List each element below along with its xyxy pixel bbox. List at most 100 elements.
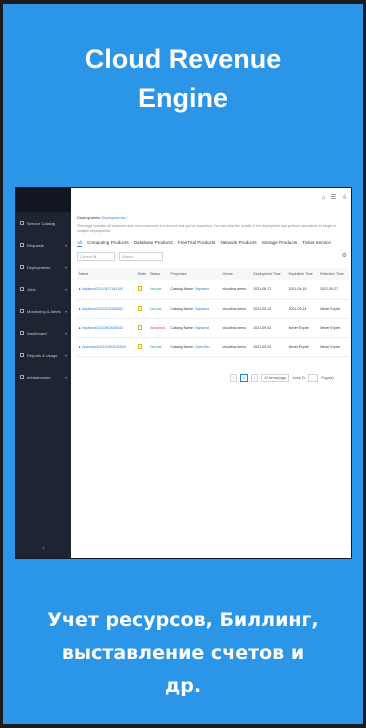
column-header[interactable]: Expiration Time bbox=[286, 268, 319, 280]
status-cell: Normal bbox=[148, 299, 169, 319]
deployments-icon bbox=[20, 265, 24, 269]
prop-label: Catalog Name: bbox=[170, 325, 194, 330]
tab-1[interactable]: Computing Products bbox=[87, 240, 129, 247]
status-cell: Normal bbox=[148, 337, 169, 357]
jump-label: Jump To bbox=[292, 376, 306, 380]
deployment-link[interactable]: Openstack20210902040843 bbox=[82, 345, 126, 349]
table-row[interactable]: ▸ Openstack20210902040843 Normal Catalog N… bbox=[77, 337, 349, 357]
sidebar-item[interactable]: Infrastructure ▾ bbox=[16, 366, 71, 388]
page-size-select[interactable]: 20 items/page bbox=[261, 374, 290, 382]
prop-value[interactable]: Vapiwest bbox=[195, 307, 209, 311]
expire-time-cell: 2021-09-15 bbox=[286, 280, 319, 300]
prop-label: Catalog Name: bbox=[170, 287, 194, 292]
page-label: Page(s) bbox=[321, 376, 334, 380]
owner-cell: cloudbss demo bbox=[220, 280, 252, 300]
prev-page-button[interactable]: ‹ bbox=[230, 374, 238, 382]
sidebar-item[interactable]: Jobs ▾ bbox=[16, 278, 71, 300]
sidebar-item[interactable]: Reports & Usage ▾ bbox=[16, 344, 71, 366]
chevron-down-icon: ▾ bbox=[64, 308, 67, 314]
name-cell: ▸ Vapiwest20210902040843 bbox=[77, 318, 136, 338]
sidebar-item[interactable]: Requests ▾ bbox=[16, 234, 71, 256]
expire-time-cell: 2021-09-14 bbox=[286, 299, 319, 319]
caption-line: Учет ресурсов, Биллинг, bbox=[47, 609, 319, 631]
collapse-icon[interactable]: ‹ bbox=[16, 546, 71, 552]
breadcrumb-link[interactable]: Deployments / bbox=[101, 215, 127, 220]
state-cell bbox=[135, 280, 149, 300]
retain-time-cell: Never Expire bbox=[318, 318, 349, 338]
monitoring-icon bbox=[20, 309, 24, 313]
reports-icon bbox=[20, 353, 24, 357]
column-header[interactable]: Name bbox=[77, 268, 136, 280]
owner-cell: cloudbss demo bbox=[220, 318, 252, 338]
state-cell bbox=[135, 299, 149, 319]
sidebar-item[interactable]: Deployments ▾ bbox=[16, 256, 71, 278]
sidebar-item[interactable]: Dashboard ▾ bbox=[16, 322, 71, 344]
sidebar-item-label: Monitoring & Alerts bbox=[27, 308, 61, 314]
chevron-down-icon: ▾ bbox=[64, 286, 67, 292]
expire-time-cell: Never Expire bbox=[286, 337, 319, 357]
search-input[interactable]: Search... bbox=[119, 252, 163, 261]
column-header[interactable]: Retention Time bbox=[318, 268, 349, 280]
sidebar-logo-area bbox=[16, 188, 71, 212]
table-row[interactable]: ▸ Vapiwest20210902040843 Abnormal Catalog … bbox=[77, 318, 349, 338]
owner-cell: cloudbss demo bbox=[220, 337, 252, 357]
properties-cell: Catalog Name: OpenSta... bbox=[168, 337, 221, 357]
main-content: ⌂ ☰ ⇩ Deployments Deployments / This pag… bbox=[71, 188, 351, 558]
breadcrumb: Deployments Deployments / bbox=[77, 215, 127, 220]
sidebar: Service Catalog Requests ▾ Deployments ▾ Jobs… bbox=[16, 188, 71, 558]
chevron-down-icon: ▾ bbox=[64, 330, 67, 336]
sidebar-item[interactable]: Monitoring & Alerts ▾ bbox=[16, 300, 71, 322]
tab-2[interactable]: Database Products bbox=[134, 240, 173, 247]
tab-4[interactable]: Network Products bbox=[220, 240, 256, 247]
properties-cell: Catalog Name: Vapiwest bbox=[168, 280, 221, 300]
deployment-link[interactable]: Vapiwest20210902040843 bbox=[82, 326, 123, 330]
jump-input[interactable] bbox=[308, 374, 319, 382]
properties-cell: Catalog Name: Vapiwest bbox=[168, 299, 221, 319]
prop-label: Catalog Name: bbox=[170, 306, 194, 311]
deployment-link[interactable]: Vapiwest20210912050832 bbox=[82, 307, 123, 311]
table-row[interactable]: ▸ Vapiwest20210912050832 Normal Catalog Na… bbox=[77, 299, 349, 319]
chevron-down-icon: ▾ bbox=[64, 374, 67, 380]
prop-value[interactable]: Vapiwest bbox=[195, 287, 209, 291]
tab-5[interactable]: Storage Products bbox=[262, 240, 298, 247]
sidebar-item-label: Reports & Usage bbox=[27, 352, 58, 358]
sidebar-item-label: Service Catalog bbox=[27, 220, 56, 226]
tab-0[interactable]: All bbox=[77, 240, 83, 247]
next-page-button[interactable]: › bbox=[251, 374, 259, 382]
state-cell bbox=[135, 318, 149, 338]
deploy-time-cell: 2021-08-17 bbox=[251, 280, 287, 300]
sidebar-item[interactable]: Service Catalog bbox=[16, 212, 71, 234]
column-header[interactable]: Properties bbox=[168, 268, 221, 280]
name-cell: ▸ Vapiwest20210817164100 bbox=[77, 280, 136, 300]
column-header[interactable]: Status bbox=[148, 268, 169, 280]
deploy-time-cell: 2021-09-02 bbox=[251, 318, 287, 338]
jobs-icon bbox=[20, 287, 24, 291]
pagination: ‹ 1 › 20 items/page Jump To Page(s) bbox=[230, 374, 334, 382]
app-screenshot: Service Catalog Requests ▾ Deployments ▾ Jobs… bbox=[15, 187, 352, 559]
state-icon bbox=[137, 305, 142, 311]
table-row[interactable]: ▸ Vapiwest20210817164100 Normal Catalog Na… bbox=[77, 280, 349, 300]
prop-value[interactable]: Vapiwest bbox=[195, 326, 209, 330]
state-icon bbox=[137, 324, 142, 330]
state-cell bbox=[135, 337, 149, 357]
gear-icon[interactable]: ⚙ bbox=[342, 252, 347, 259]
retain-time-cell: 2021-09-27 bbox=[318, 280, 349, 300]
breadcrumb-item[interactable]: Deployments bbox=[77, 215, 100, 220]
tab-3[interactable]: FreeTrial Products bbox=[178, 240, 216, 247]
caption: Учет ресурсов, Биллинг, выставление счет… bbox=[3, 604, 363, 703]
chevron-down-icon: ▾ bbox=[64, 264, 67, 270]
properties-cell: Catalog Name: Vapiwest bbox=[168, 318, 221, 338]
column-header[interactable]: Owner bbox=[220, 268, 252, 280]
prop-value[interactable]: OpenSta... bbox=[195, 345, 212, 349]
filter-select[interactable]: Current All bbox=[77, 252, 115, 261]
retain-time-cell: Never Expire bbox=[318, 299, 349, 319]
page-title: Cloud Revenue Engine bbox=[3, 40, 363, 118]
header-icons[interactable]: ⌂ ☰ ⇩ bbox=[322, 194, 349, 201]
sidebar-item-label: Requests bbox=[27, 242, 44, 248]
page-number[interactable]: 1 bbox=[240, 374, 249, 382]
tab-6[interactable]: Ticket Service bbox=[302, 240, 331, 247]
caption-line: выставление счетов и bbox=[61, 642, 305, 664]
column-header[interactable]: State bbox=[135, 268, 149, 280]
deployment-link[interactable]: Vapiwest20210817164100 bbox=[82, 287, 123, 291]
column-header[interactable]: Deployment Time bbox=[251, 268, 287, 280]
